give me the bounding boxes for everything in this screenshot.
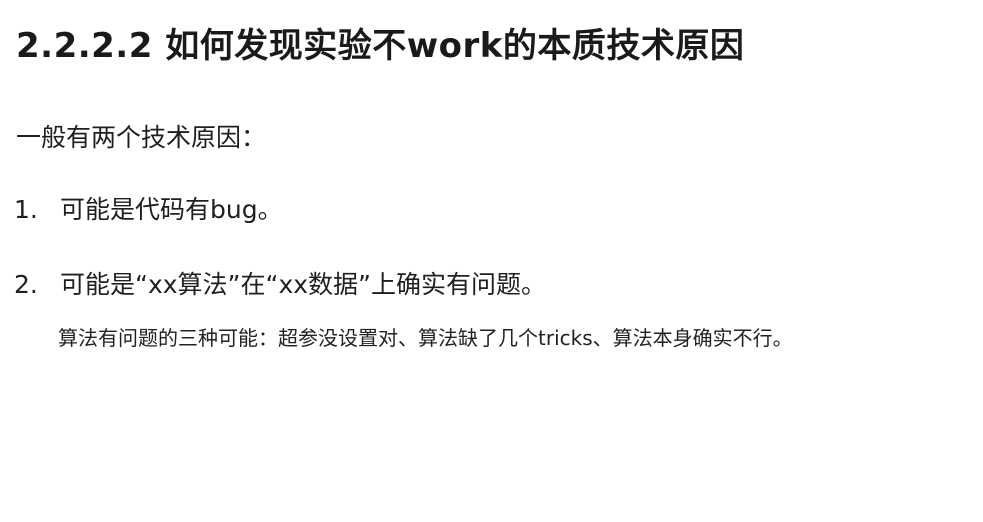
section-title: 2.2.2.2 如何发现实验不work的本质技术原因 [16, 26, 745, 66]
algorithm-note: 算法有问题的三种可能：超参没设置对、算法缺了几个tricks、算法本身确实不行。 [58, 326, 793, 350]
list-item-text: 可能是“xx算法”在“xx数据”上确实有问题。 [60, 270, 546, 299]
intro-text: 一般有两个技术原因： [16, 123, 267, 152]
list-item-1: 1. 可能是代码有bug。 [14, 190, 974, 226]
list-number: 1. [14, 195, 38, 224]
document-page: 2.2.2.2 如何发现实验不work的本质技术原因 一般有两个技术原因： 1.… [0, 0, 983, 522]
cause-list: 1. 可能是代码有bug。 2. 可能是“xx算法”在“xx数据”上确实有问题。… [14, 190, 974, 357]
list-item-line: 1. 可能是代码有bug。 [14, 190, 974, 226]
list-number: 2. [14, 270, 38, 299]
list-item-line: 2. 可能是“xx算法”在“xx数据”上确实有问题。 [14, 265, 974, 301]
list-item-text: 可能是代码有bug。 [60, 195, 283, 224]
list-item-2: 2. 可能是“xx算法”在“xx数据”上确实有问题。 算法有问题的三种可能：超参… [14, 265, 974, 357]
